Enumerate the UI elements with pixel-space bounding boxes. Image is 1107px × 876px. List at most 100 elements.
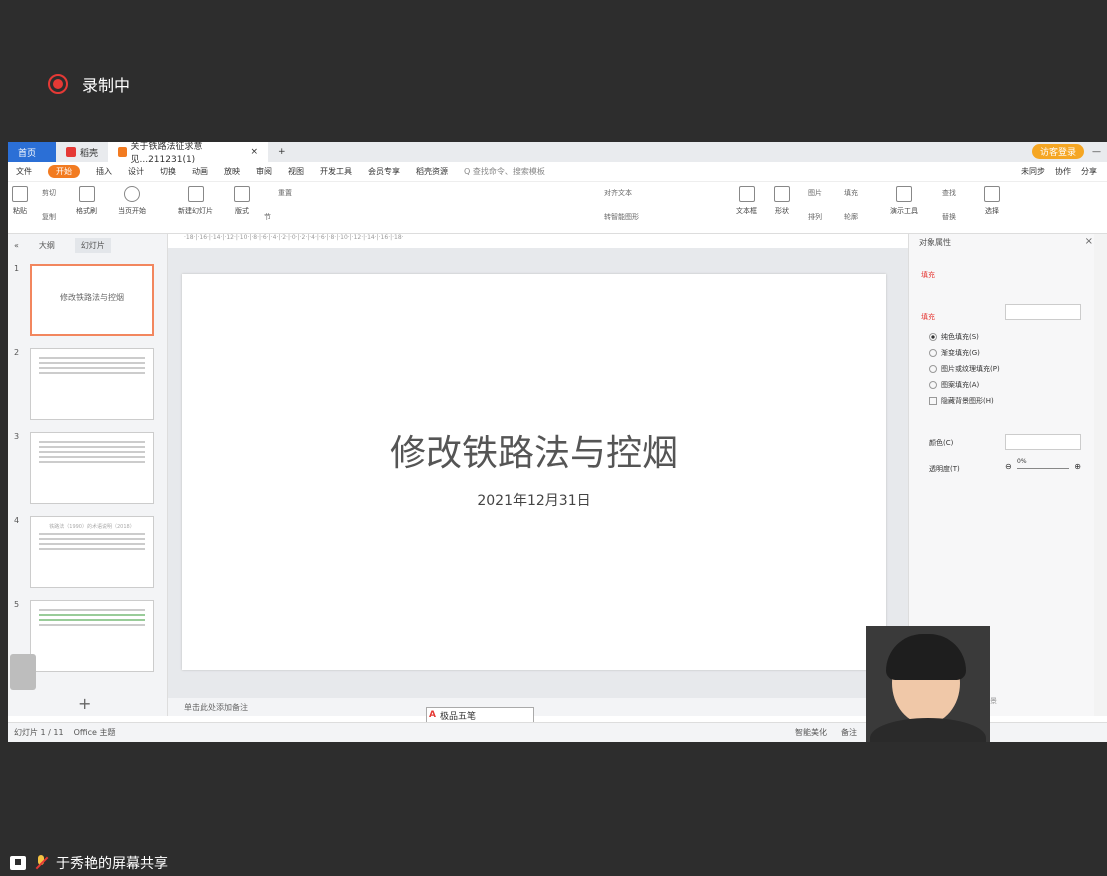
new-slide-button[interactable]: 新建幻灯片: [178, 186, 213, 216]
transparency-label: 透明度(T): [929, 465, 960, 473]
menu-design[interactable]: 设计: [128, 166, 144, 177]
sync-status[interactable]: 未同步: [1021, 166, 1045, 177]
slide-date[interactable]: 2021年12月31日: [182, 490, 886, 510]
layout-button[interactable]: 版式: [234, 186, 250, 216]
theme-name: Office 主题: [73, 728, 116, 737]
fill-tab[interactable]: 填充: [921, 270, 935, 280]
cursor-icon: [984, 186, 1000, 202]
minus-icon[interactable]: ⊖: [1005, 462, 1012, 471]
tab-document[interactable]: 关于铁路法征求意见...211231(1) ×: [108, 142, 269, 165]
fill-button[interactable]: 填充: [844, 188, 858, 198]
present-tools-button[interactable]: 演示工具: [890, 186, 918, 216]
brush-icon: [78, 186, 95, 202]
close-panel-icon[interactable]: ×: [1085, 236, 1093, 247]
add-slide-button[interactable]: +: [78, 694, 91, 713]
select-label: 选择: [985, 207, 999, 215]
slide-thumbnail-5[interactable]: [30, 600, 154, 672]
gradient-fill-option[interactable]: 渐变填充(G): [929, 348, 980, 358]
gradient-fill-label: 渐变填充(G): [941, 349, 980, 357]
slide-canvas: 修改铁路法与控烟 2021年12月31日: [168, 248, 908, 698]
tab-wps[interactable]: 稻壳: [56, 142, 108, 162]
plus-icon[interactable]: ⊕: [1074, 462, 1081, 471]
menu-developer[interactable]: 开发工具: [320, 166, 352, 177]
solid-fill-option[interactable]: 纯色填充(S): [929, 332, 979, 342]
find-button[interactable]: 查找: [942, 188, 956, 198]
reset-button[interactable]: 重置: [278, 188, 292, 198]
new-tab-button[interactable]: +: [268, 142, 296, 162]
pattern-fill-option[interactable]: 图案填充(A): [929, 380, 979, 390]
hide-bg-checkbox[interactable]: 隐藏背景图形(H): [929, 396, 994, 406]
color-label: 颜色(C): [929, 439, 954, 447]
slide-thumbnail-4[interactable]: 铁路法（1990）的术语说明（2018）: [30, 516, 154, 588]
transparency-value: 0%: [1017, 458, 1027, 465]
arrange-button[interactable]: 排列: [808, 212, 822, 222]
copy-button[interactable]: 复制: [42, 212, 56, 222]
collapse-icon[interactable]: «: [14, 241, 19, 250]
menu-resources[interactable]: 稻壳资源: [416, 166, 448, 177]
menu-file[interactable]: 文件: [16, 166, 32, 177]
slide-title[interactable]: 修改铁路法与控烟: [182, 424, 886, 476]
shape-button[interactable]: 形状: [774, 186, 790, 216]
new-slide-label: 新建幻灯片: [178, 207, 213, 215]
collab-button[interactable]: 协作: [1055, 166, 1071, 177]
notes-button[interactable]: 备注: [841, 727, 857, 738]
present-tools-label: 演示工具: [890, 207, 918, 215]
transparency-slider[interactable]: ⊖ 0% ⊕: [1005, 458, 1081, 474]
slide-counter: 幻灯片 1 / 11: [14, 728, 64, 737]
format-painter-button[interactable]: 格式刷: [76, 186, 97, 216]
color-select[interactable]: [1005, 434, 1081, 450]
smart-graphic-button[interactable]: 转智能图形: [604, 212, 639, 222]
close-tab-icon[interactable]: ×: [250, 147, 258, 157]
radio: [929, 381, 937, 389]
play-icon: [124, 186, 140, 202]
slide-thumbnail-3[interactable]: [30, 432, 154, 504]
slide[interactable]: 修改铁路法与控烟 2021年12月31日: [182, 274, 886, 670]
solid-fill-label: 纯色填充(S): [941, 333, 979, 341]
fill-type-select[interactable]: [1005, 304, 1081, 320]
replace-button[interactable]: 替换: [942, 212, 956, 222]
outline-button[interactable]: 轮廓: [844, 212, 858, 222]
beautify-button[interactable]: 智能美化: [795, 727, 827, 738]
menu-view[interactable]: 视图: [288, 166, 304, 177]
tab-home[interactable]: 首页: [8, 142, 56, 162]
slide-thumbnail-2[interactable]: [30, 348, 154, 420]
radio-checked: [929, 333, 937, 341]
picture-fill-option[interactable]: 图片或纹理填充(P): [929, 364, 1000, 374]
minimize-icon[interactable]: —: [1092, 147, 1101, 157]
menu-transition[interactable]: 切换: [160, 166, 176, 177]
align-text-button[interactable]: 对齐文本: [604, 188, 632, 198]
record-icon: [48, 74, 68, 94]
fill-section-header[interactable]: 填充: [921, 312, 935, 322]
slide-number: 2: [14, 348, 20, 357]
menu-start[interactable]: 开始: [48, 165, 80, 178]
radio: [929, 365, 937, 373]
visitor-login-button[interactable]: 访客登录: [1031, 144, 1084, 159]
ime-logo-icon: A: [429, 710, 436, 720]
slide-thumbnail-1[interactable]: 修改铁路法与控烟: [30, 264, 154, 336]
picture-button[interactable]: 图片: [808, 188, 822, 198]
menu-insert[interactable]: 插入: [96, 166, 112, 177]
tab-outline[interactable]: 大纲: [39, 240, 55, 251]
hide-bg-label: 隐藏背景图形(H): [941, 397, 994, 405]
slide-number: 5: [14, 600, 20, 609]
play-from-current-button[interactable]: 当页开始: [118, 186, 146, 216]
picture-fill-label: 图片或纹理填充(P): [941, 365, 1000, 373]
layout-label: 版式: [235, 207, 249, 215]
menu-review[interactable]: 审阅: [256, 166, 272, 177]
menu-member[interactable]: 会员专享: [368, 166, 400, 177]
textbox-button[interactable]: 文本框: [736, 186, 757, 216]
menu-animation[interactable]: 动画: [192, 166, 208, 177]
cut-button[interactable]: 剪切: [42, 188, 56, 198]
section-button[interactable]: 节: [264, 212, 271, 222]
menu-slideshow[interactable]: 放映: [224, 166, 240, 177]
paste-button[interactable]: 粘贴: [12, 186, 28, 216]
select-button[interactable]: 选择: [984, 186, 1000, 216]
ime-toolbar[interactable]: A 极品五笔: [426, 707, 534, 723]
list-menu-icon[interactable]: [10, 654, 36, 690]
tab-slides[interactable]: 幻灯片: [74, 237, 111, 253]
share-button[interactable]: 分享: [1081, 166, 1097, 177]
command-search[interactable]: Q 查找命令、搜索模板: [464, 166, 545, 177]
notes-area[interactable]: 单击此处添加备注: [168, 698, 908, 716]
textbox-label: 文本框: [736, 207, 757, 215]
wps-logo-icon: [66, 147, 76, 157]
